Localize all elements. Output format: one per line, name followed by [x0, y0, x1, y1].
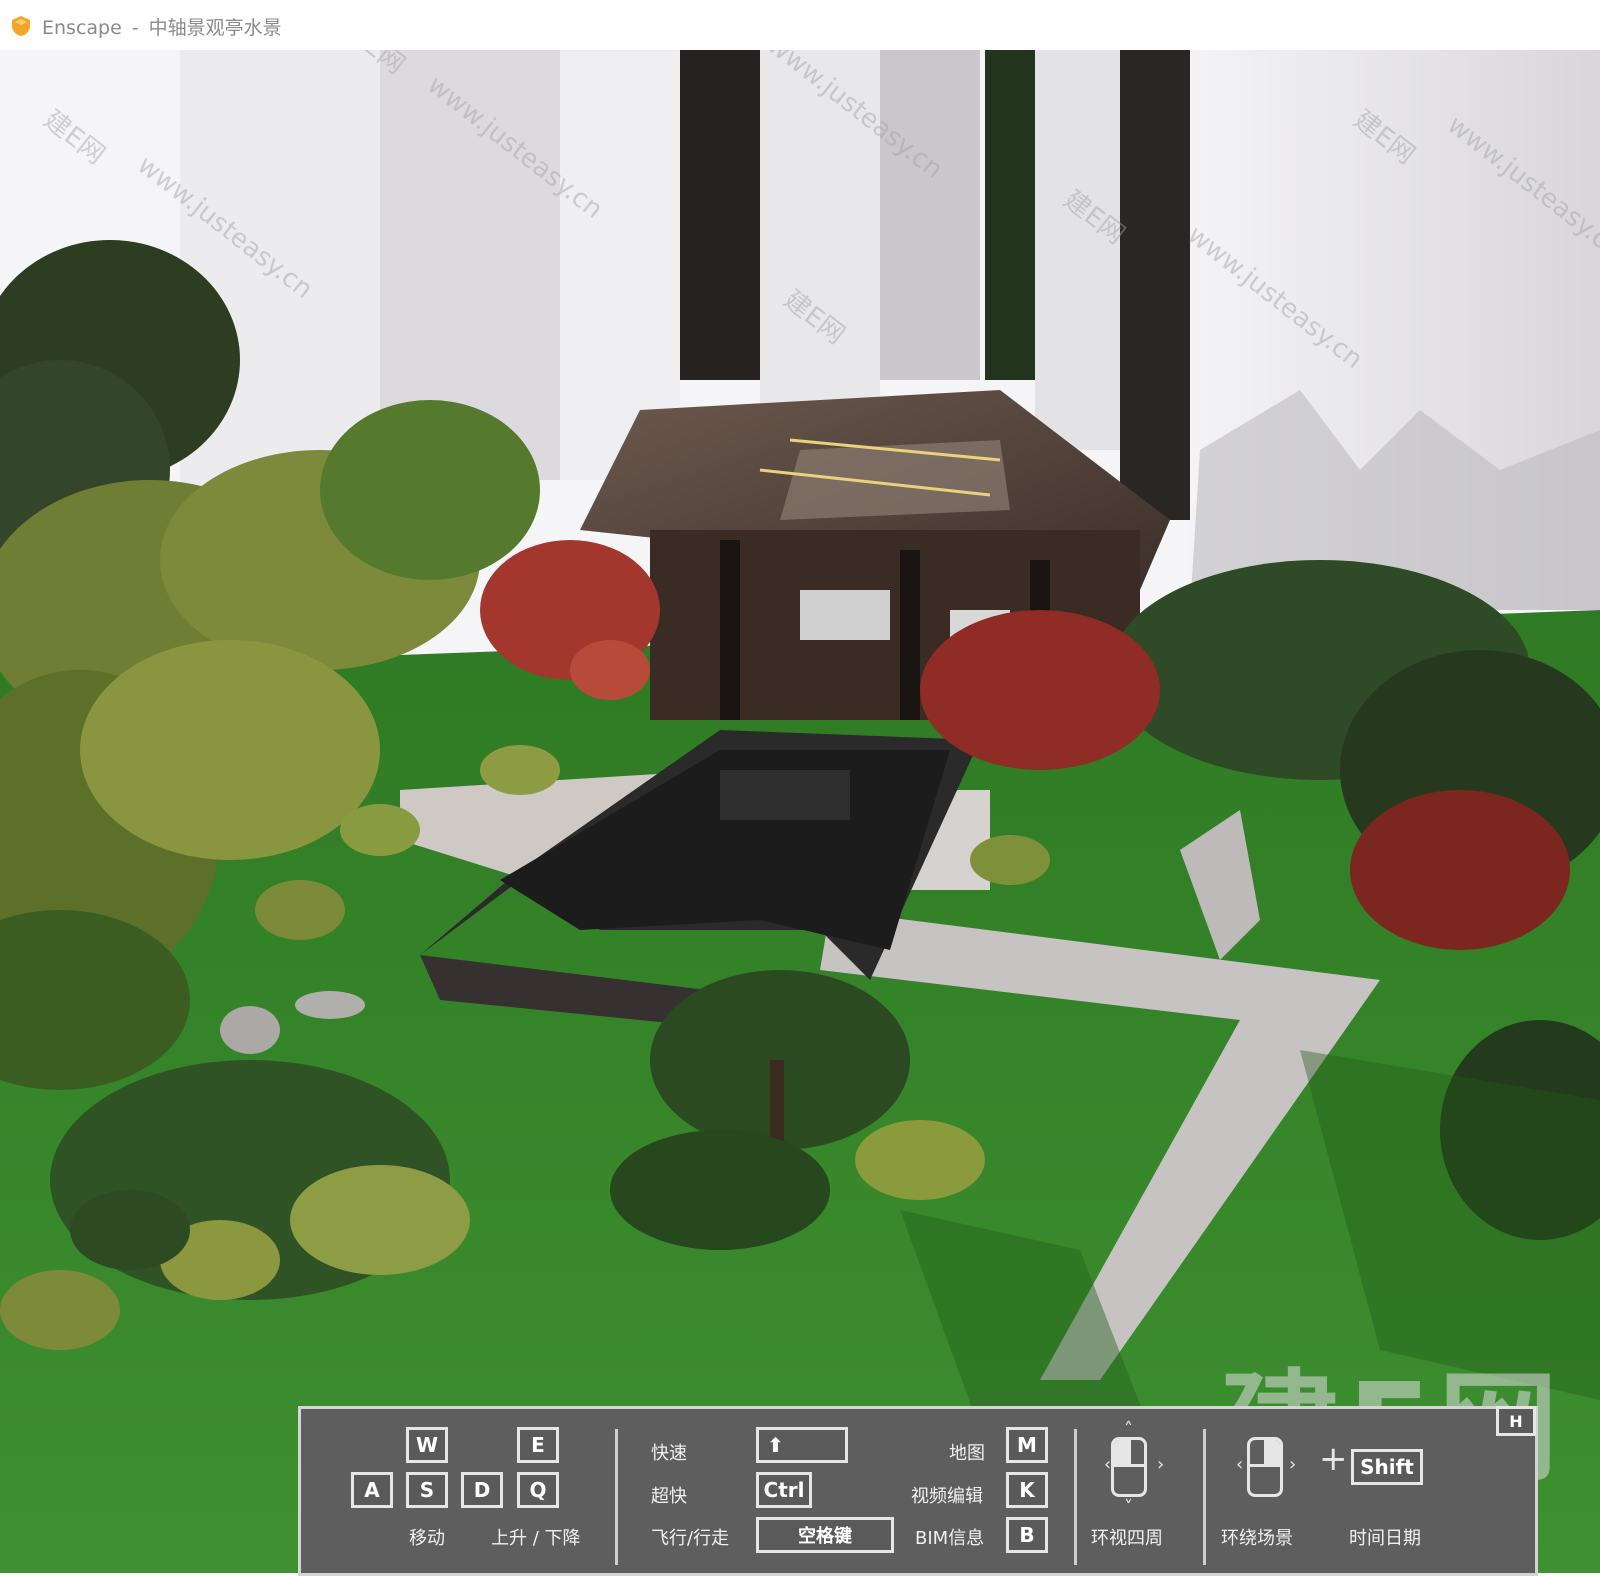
video-editor-label: 视频编辑	[911, 1486, 983, 1507]
key-m: M	[1006, 1427, 1048, 1463]
time-of-day-label: 时间日期	[1349, 1528, 1421, 1549]
fast-label: 快速	[651, 1443, 687, 1464]
window-title: Enscape - 中轴景观亭水景	[42, 13, 282, 40]
key-k: K	[1006, 1472, 1048, 1508]
move-label: 移动	[409, 1528, 445, 1549]
divider	[1074, 1429, 1077, 1565]
map-label: 地图	[949, 1443, 985, 1464]
arrow-left-icon: ‹	[1236, 1454, 1244, 1475]
divider	[1203, 1429, 1206, 1565]
help-toggle-button[interactable]: H	[1496, 1406, 1536, 1436]
key-shift-arrow: ⬆	[756, 1427, 848, 1463]
fly-walk-label: 飞行/行走	[651, 1528, 730, 1549]
arrow-right-icon: ›	[1157, 1454, 1165, 1475]
look-around-label: 环视四周	[1091, 1528, 1163, 1549]
bim-info-label: BIM信息	[915, 1528, 985, 1549]
enscape-logo-icon	[12, 16, 30, 36]
orbit-label: 环绕场景	[1221, 1528, 1293, 1549]
key-s: S	[406, 1472, 448, 1508]
key-d: D	[461, 1472, 503, 1508]
plus-icon: +	[1319, 1439, 1348, 1479]
mouse-right-button-icon	[1247, 1437, 1283, 1497]
key-w: W	[406, 1427, 448, 1463]
updown-label: 上升 / 下降	[491, 1528, 581, 1549]
navigation-help-overlay: H W A S D 移动 E Q 上升 / 下降 快速 ⬆ 超快 Ctrl 飞行…	[298, 1406, 1538, 1576]
arrow-right-icon: ›	[1289, 1454, 1297, 1475]
arrow-down-icon: ˅	[1124, 1497, 1133, 1518]
key-space: 空格键	[756, 1517, 894, 1553]
mouse-left-button-icon	[1111, 1437, 1147, 1497]
key-q: Q	[517, 1472, 559, 1508]
project-title: 中轴景观亭水景	[148, 17, 282, 39]
key-e: E	[517, 1427, 559, 1463]
key-ctrl: Ctrl	[756, 1472, 812, 1508]
key-a: A	[351, 1472, 393, 1508]
superfast-label: 超快	[651, 1486, 687, 1507]
key-shift: Shift	[1351, 1449, 1423, 1485]
title-bar: Enscape - 中轴景观亭水景	[0, 0, 1600, 50]
app-name: Enscape	[42, 17, 122, 39]
key-b: B	[1006, 1517, 1048, 1553]
title-separator: -	[131, 17, 139, 39]
divider	[615, 1429, 618, 1565]
